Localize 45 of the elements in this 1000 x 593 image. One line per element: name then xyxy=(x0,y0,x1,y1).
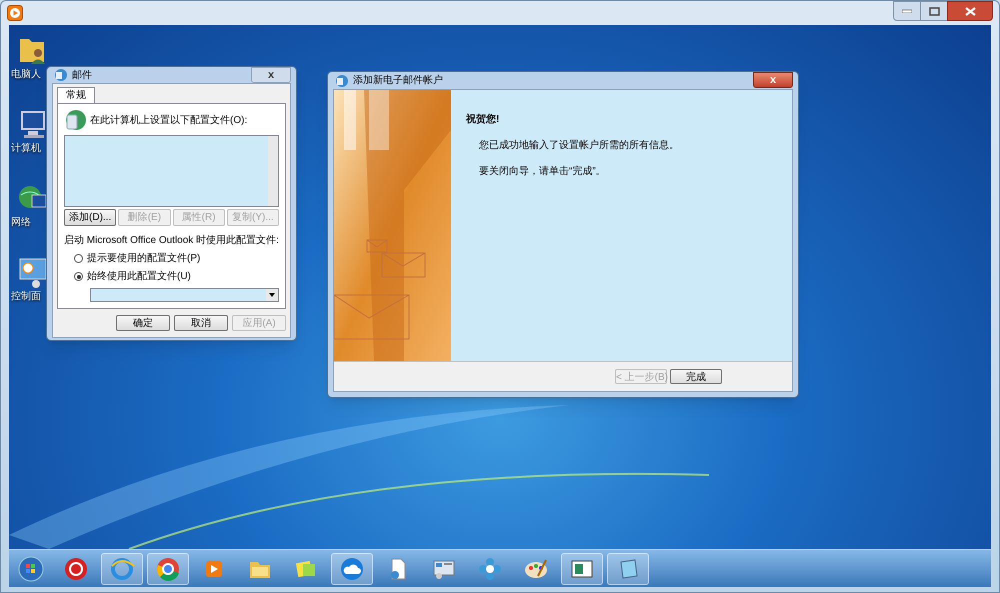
minimize-icon xyxy=(902,9,912,13)
maximize-icon xyxy=(928,6,940,16)
close-button[interactable]: x xyxy=(753,72,793,88)
close-button[interactable] xyxy=(947,1,993,21)
dialog-button[interactable]: 取消 xyxy=(174,315,228,331)
play-icon xyxy=(7,5,23,21)
desktop-icon-label[interactable]: 控制面 xyxy=(9,289,41,304)
wizard-button[interactable]: 完成 xyxy=(670,369,722,384)
profile-action-button[interactable]: 添加(D)... xyxy=(64,209,116,226)
dialog-button[interactable]: 确定 xyxy=(116,315,170,331)
close-button[interactable]: x xyxy=(251,67,291,83)
wizard-message: 要关闭向导，请单击“完成”。 xyxy=(479,164,607,179)
tab[interactable]: 常规 xyxy=(57,87,95,103)
maximize-button[interactable] xyxy=(921,1,947,21)
window-title: 邮件 xyxy=(72,68,92,82)
desktop-icon-label[interactable]: 计算机 xyxy=(9,141,41,156)
flower-icon xyxy=(477,556,503,582)
cloud-icon xyxy=(339,556,365,582)
wizard-heading: 祝贺您! xyxy=(466,112,500,127)
window-title: 添加新电子邮件帐户 xyxy=(353,74,443,88)
profile-globe-icon xyxy=(64,109,86,131)
close-icon xyxy=(964,6,976,16)
chrome-icon xyxy=(155,556,181,582)
radio-label: 始终使用此配置文件(U) xyxy=(87,270,191,284)
start-orb-icon xyxy=(18,556,44,582)
browser-e-icon xyxy=(109,556,135,582)
ring-icon xyxy=(63,556,89,582)
mail-globe-icon xyxy=(54,68,68,82)
taskbar-button[interactable] xyxy=(607,552,649,584)
desktop-icon-label[interactable]: 电脑人 xyxy=(9,67,41,82)
mail-globe-icon xyxy=(335,74,349,88)
scrollbar[interactable] xyxy=(268,136,278,206)
radio-label: 提示要使用的配置文件(P) xyxy=(87,252,200,266)
profile-dropdown[interactable] xyxy=(90,288,279,302)
radio-button[interactable] xyxy=(74,272,83,281)
profile-list[interactable] xyxy=(64,135,279,207)
taskbar-button[interactable] xyxy=(561,552,603,584)
taskbar-button[interactable] xyxy=(147,552,189,584)
profile-list-label: 在此计算机上设置以下配置文件(O): xyxy=(90,114,248,128)
desktop-icon-label[interactable]: 网络 xyxy=(9,215,31,230)
minimize-button[interactable] xyxy=(893,1,921,21)
taskbar-button[interactable] xyxy=(331,552,373,584)
radio-button[interactable] xyxy=(74,254,83,263)
startup-label: 启动 Microsoft Office Outlook 时使用此配置文件: xyxy=(64,234,279,248)
wizard-message: 您已成功地输入了设置帐户所需的所有信息。 xyxy=(479,138,680,153)
